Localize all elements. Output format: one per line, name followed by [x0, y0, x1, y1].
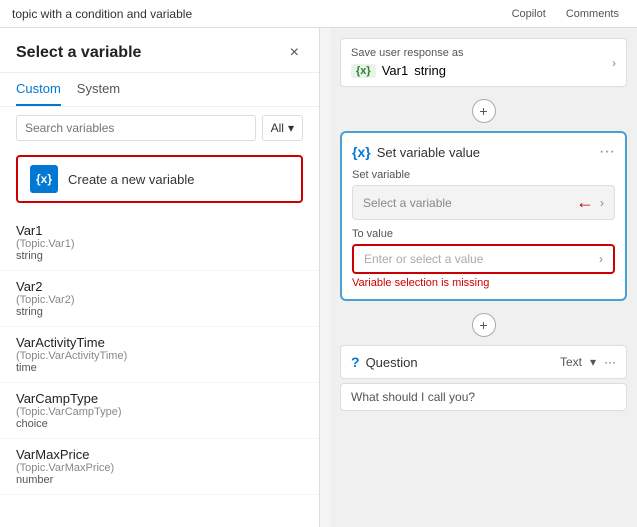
var-topic: (Topic.Var1): [16, 238, 303, 250]
chevron-down-icon[interactable]: ▾: [590, 355, 596, 369]
close-button[interactable]: ×: [286, 42, 303, 64]
question-text: What should I call you?: [340, 383, 627, 411]
set-var-icon: {x}: [352, 144, 371, 160]
more-options-button[interactable]: ···: [599, 143, 615, 161]
save-response-value: {x} Var1 string: [351, 63, 464, 78]
arrow-row: ← ›: [576, 192, 604, 213]
var-type-display: string: [414, 63, 446, 78]
var-badge: {x}: [351, 64, 376, 78]
search-row: All ▾: [0, 107, 319, 149]
var-topic: (Topic.Var2): [16, 294, 303, 306]
save-response-card: Save user response as {x} Var1 string ›: [340, 38, 627, 87]
copilot-button[interactable]: Copilot: [506, 6, 552, 22]
to-value-placeholder: Enter or select a value: [364, 252, 483, 266]
variable-list: Var1 (Topic.Var1) string Var2 (Topic.Var…: [0, 211, 319, 527]
tab-custom[interactable]: Custom: [16, 73, 61, 106]
list-item[interactable]: VarMaxPrice (Topic.VarMaxPrice) number: [0, 439, 319, 495]
var-type: string: [16, 306, 303, 318]
list-item[interactable]: VarActivityTime (Topic.VarActivityTime) …: [0, 327, 319, 383]
var-type: string: [16, 250, 303, 262]
panel-header: Select a variable ×: [0, 28, 319, 73]
list-item[interactable]: Var2 (Topic.Var2) string: [0, 271, 319, 327]
top-bar-title: topic with a condition and variable: [12, 7, 498, 21]
panel-title: Select a variable: [16, 44, 141, 62]
set-variable-card: {x} Set variable value ··· Set variable …: [340, 131, 627, 301]
set-var-label: Set variable: [352, 169, 615, 181]
var-topic: (Topic.VarMaxPrice): [16, 462, 303, 474]
right-panel: Save user response as {x} Var1 string › …: [330, 28, 637, 527]
tab-system[interactable]: System: [77, 73, 120, 106]
red-arrow-icon: ←: [576, 192, 594, 213]
var-name: Var1: [16, 223, 303, 238]
chevron-right-icon-2: ›: [600, 196, 604, 210]
select-variable-panel: Select a variable × Custom System All ▾ …: [0, 28, 320, 527]
to-value-label: To value: [352, 228, 615, 240]
var-type: choice: [16, 418, 303, 430]
tabs: Custom System: [0, 73, 319, 107]
var-name-display: Var1: [382, 63, 409, 78]
select-var-placeholder: Select a variable: [363, 196, 452, 210]
var-topic: (Topic.VarCampType): [16, 406, 303, 418]
list-item[interactable]: VarCampType (Topic.VarCampType) choice: [0, 383, 319, 439]
save-response-label: Save user response as: [351, 47, 464, 59]
create-new-variable-button[interactable]: {x} Create a new variable: [16, 155, 303, 203]
select-variable-row[interactable]: Select a variable ← ›: [352, 185, 615, 220]
var-type: time: [16, 362, 303, 374]
var-name: Var2: [16, 279, 303, 294]
create-var-label: Create a new variable: [68, 172, 194, 187]
question-more-options[interactable]: ···: [604, 355, 616, 369]
top-bar: topic with a condition and variable Copi…: [0, 0, 637, 28]
add-node-button-2[interactable]: +: [472, 313, 496, 337]
set-var-card-header: {x} Set variable value ···: [352, 143, 615, 161]
comments-button[interactable]: Comments: [560, 6, 625, 22]
var-type: number: [16, 474, 303, 486]
question-title: Question: [366, 355, 418, 370]
question-type: Text: [560, 355, 582, 369]
set-var-card-title: {x} Set variable value: [352, 144, 480, 160]
add-node-button-1[interactable]: +: [472, 99, 496, 123]
var-name: VarCampType: [16, 391, 303, 406]
var-topic: (Topic.VarActivityTime): [16, 350, 303, 362]
save-response-content: Save user response as {x} Var1 string: [351, 47, 464, 78]
var-name: VarActivityTime: [16, 335, 303, 350]
set-var-title: Set variable value: [377, 145, 480, 160]
list-item[interactable]: Var1 (Topic.Var1) string: [0, 215, 319, 271]
to-value-input[interactable]: Enter or select a value ›: [352, 244, 615, 274]
create-var-icon: {x}: [30, 165, 58, 193]
var-name: VarMaxPrice: [16, 447, 303, 462]
search-input[interactable]: [16, 115, 256, 141]
question-card: ? Question Text ▾ ···: [340, 345, 627, 379]
question-left: ? Question: [351, 354, 418, 370]
question-right: Text ▾ ···: [560, 355, 616, 369]
chevron-right-icon: ›: [612, 56, 616, 70]
error-message: Variable selection is missing: [352, 277, 615, 289]
question-icon: ?: [351, 354, 360, 370]
filter-dropdown[interactable]: All ▾: [262, 115, 303, 141]
chevron-right-icon-3: ›: [599, 252, 603, 266]
top-bar-actions: Copilot Comments: [506, 6, 625, 22]
